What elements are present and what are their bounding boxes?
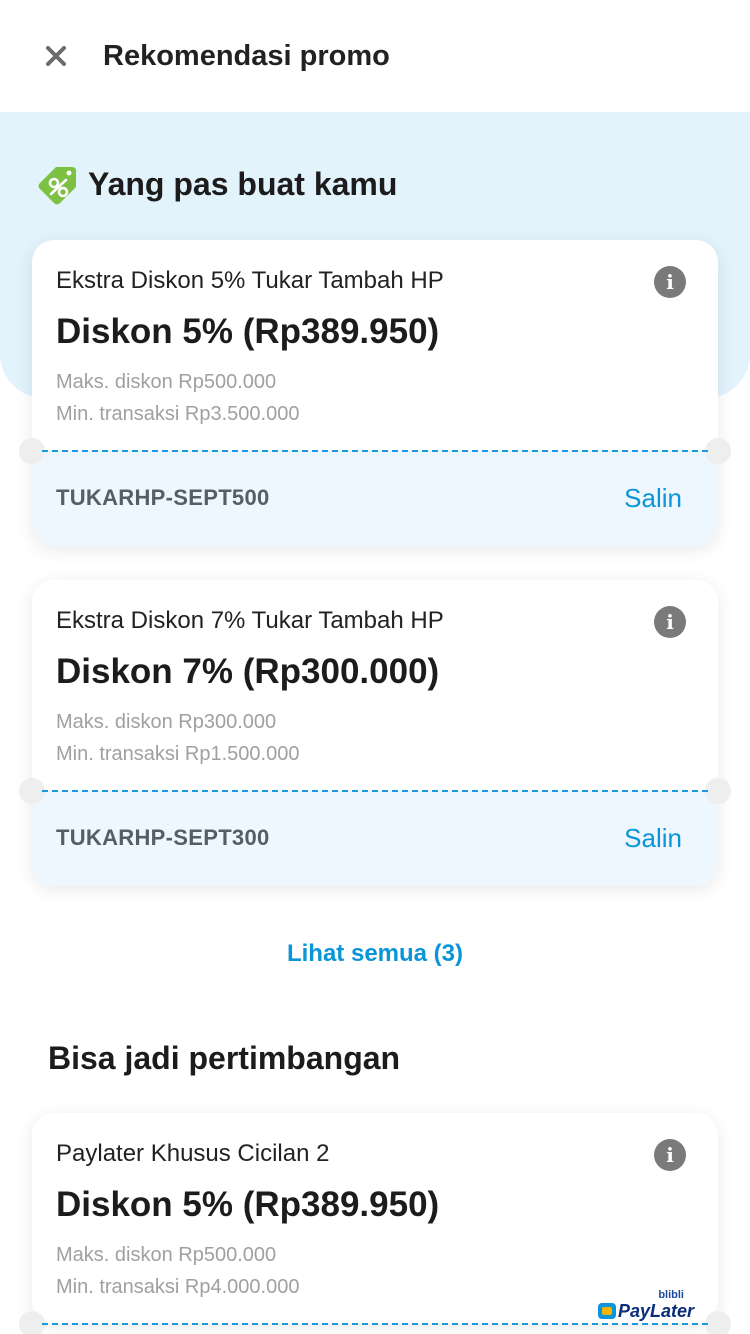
ticket-notch: [705, 778, 731, 804]
promo-amount: Diskon 5% (Rp389.950): [56, 1185, 440, 1224]
promo-code-row: TUKARHP-SEPT500 Salin: [32, 450, 718, 546]
wallet-icon: [598, 1303, 616, 1319]
see-all-link[interactable]: Lihat semua (3): [0, 936, 750, 972]
ticket-notch: [705, 438, 731, 464]
top-bar: Rekomendasi promo: [0, 0, 750, 112]
promo-max-discount: Maks. diskon Rp300.000: [56, 711, 277, 733]
info-icon[interactable]: i: [654, 606, 686, 638]
info-icon[interactable]: i: [654, 1139, 686, 1171]
recommended-header: Yang pas buat kamu: [36, 162, 397, 206]
info-icon[interactable]: i: [654, 266, 686, 298]
paylater-logo: blibli PayLater: [598, 1289, 694, 1325]
dashed-divider: [42, 1323, 708, 1325]
promo-max-discount: Maks. diskon Rp500.000: [56, 371, 277, 393]
promo-details: Paylater Khusus Cicilan 2 Diskon 5% (Rp3…: [32, 1113, 718, 1323]
promo-amount: Diskon 5% (Rp389.950): [56, 312, 440, 351]
dashed-divider: [42, 790, 708, 792]
section-title: Yang pas buat kamu: [88, 165, 398, 202]
promo-code: TUKARHP-SEPT500: [56, 485, 270, 510]
promo-name: Paylater Khusus Cicilan 2: [56, 1140, 330, 1167]
promo-code: TUKARHP-SEPT300: [56, 825, 270, 850]
promo-min-transaction: Min. transaksi Rp1.500.000: [56, 743, 300, 765]
considerations-title: Bisa jadi pertimbangan: [48, 1040, 401, 1076]
promo-card[interactable]: Ekstra Diskon 5% Tukar Tambah HP Diskon …: [19, 240, 731, 546]
copy-button[interactable]: Salin: [624, 823, 682, 854]
promo-details: Ekstra Diskon 7% Tukar Tambah HP Diskon …: [32, 580, 718, 790]
promo-details: Ekstra Diskon 5% Tukar Tambah HP Diskon …: [32, 240, 718, 450]
discount-tag-icon: [36, 162, 78, 206]
promo-name: Ekstra Diskon 7% Tukar Tambah HP: [56, 607, 444, 634]
paylater-brand-small: blibli: [658, 1289, 684, 1301]
promo-code-row: TUKARHP-SEPT300 Salin: [32, 790, 718, 886]
promo-card[interactable]: Paylater Khusus Cicilan 2 Diskon 5% (Rp3…: [19, 1113, 731, 1334]
promo-amount: Diskon 7% (Rp300.000): [56, 652, 440, 691]
promo-card[interactable]: Ekstra Diskon 7% Tukar Tambah HP Diskon …: [19, 580, 731, 886]
page-title: Rekomendasi promo: [103, 40, 390, 72]
copy-button[interactable]: Salin: [624, 483, 682, 514]
promo-name: Ekstra Diskon 5% Tukar Tambah HP: [56, 267, 444, 294]
promo-min-transaction: Min. transaksi Rp3.500.000: [56, 403, 300, 425]
close-button[interactable]: [36, 36, 76, 76]
dashed-divider: [42, 450, 708, 452]
promo-max-discount: Maks. diskon Rp500.000: [56, 1244, 277, 1266]
close-icon: [46, 46, 66, 66]
paylater-brand: PayLater: [617, 1301, 694, 1321]
ticket-notch: [705, 1311, 731, 1334]
